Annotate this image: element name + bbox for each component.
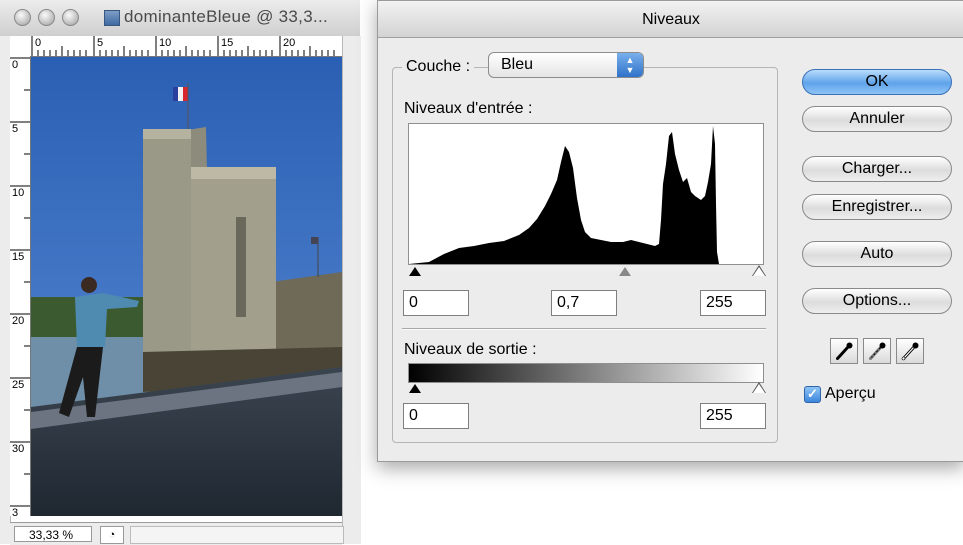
ruler-label: 20 xyxy=(283,37,296,49)
save-button[interactable]: Enregistrer... xyxy=(802,194,952,220)
ok-button[interactable]: OK xyxy=(802,69,952,95)
input-white-field[interactable]: 255 xyxy=(700,290,766,316)
select-arrows-icon: ▲ ▼ xyxy=(617,53,643,77)
ruler-label: 5 xyxy=(97,37,104,49)
channel-value: Bleu xyxy=(501,56,534,73)
ruler-label: 15 xyxy=(12,251,25,263)
options-button[interactable]: Options... xyxy=(802,288,952,314)
black-eyedropper-icon xyxy=(836,342,853,360)
vertical-ruler[interactable]: 0 5 10 15 20 25 30 3 xyxy=(10,56,31,516)
black-eyedropper-button[interactable] xyxy=(830,338,858,364)
preview-label: Aperçu xyxy=(825,385,876,402)
dialog-titlebar[interactable]: Niveaux xyxy=(378,1,963,38)
output-levels-label: Niveaux de sortie : xyxy=(404,341,537,358)
output-black-slider[interactable] xyxy=(409,384,421,393)
ruler-label: 30 xyxy=(12,443,25,455)
horizontal-scrollbar[interactable] xyxy=(130,526,344,544)
gray-eyedropper-button[interactable] xyxy=(863,338,891,364)
channel-label: Couche : xyxy=(402,58,475,76)
white-eyedropper-button[interactable] xyxy=(896,338,924,364)
ruler-label: 10 xyxy=(159,37,172,49)
document-titlebar: dominanteBleue @ 33,3... xyxy=(0,0,360,37)
close-window-button[interactable] xyxy=(14,9,31,26)
output-white-field[interactable]: 255 xyxy=(700,403,766,429)
minimize-window-button[interactable] xyxy=(38,9,55,26)
ruler-label: 25 xyxy=(12,379,25,391)
status-menu-button[interactable]: ◔ xyxy=(100,526,124,544)
input-gamma-field[interactable]: 0,7 xyxy=(551,290,617,316)
channel-select[interactable]: Bleu ▲ ▼ xyxy=(488,52,644,78)
document-canvas-photo[interactable] xyxy=(31,57,342,516)
histogram-graph xyxy=(409,126,719,264)
ruler-label: 20 xyxy=(12,315,25,327)
zoom-window-button[interactable] xyxy=(62,9,79,26)
ruler-origin[interactable] xyxy=(10,36,31,57)
ruler-label: 3 xyxy=(12,507,19,517)
zoom-level-field[interactable]: 33,33 % xyxy=(14,526,92,542)
ruler-label: 10 xyxy=(12,187,25,199)
levels-dialog: Niveaux Couche : Bleu ▲ ▼ Niveaux d'entré… xyxy=(377,0,963,462)
ruler-label: 0 xyxy=(35,37,42,49)
output-gradient-bar xyxy=(408,363,764,383)
ruler-label: 15 xyxy=(221,37,234,49)
input-levels-label: Niveaux d'entrée : xyxy=(404,100,533,117)
histogram xyxy=(408,123,764,265)
horizontal-ruler[interactable]: 0 5 10 15 20 xyxy=(30,36,342,57)
document-window: dominanteBleue @ 33,3... 0 5 10 15 20 0 … xyxy=(0,0,361,545)
input-gamma-slider[interactable] xyxy=(619,267,631,276)
output-white-slider[interactable] xyxy=(753,384,765,393)
input-black-field[interactable]: 0 xyxy=(403,290,469,316)
output-black-field[interactable]: 0 xyxy=(403,403,469,429)
ruler-label: 0 xyxy=(12,59,19,71)
cancel-button[interactable]: Annuler xyxy=(802,106,952,132)
document-title: dominanteBleue @ 33,3... xyxy=(124,7,329,26)
gray-eyedropper-icon xyxy=(869,342,886,360)
input-white-slider[interactable] xyxy=(753,267,765,276)
load-button[interactable]: Charger... xyxy=(802,156,952,182)
input-black-slider[interactable] xyxy=(409,267,421,276)
preview-checkbox[interactable]: ✓ xyxy=(804,386,821,403)
window-edge xyxy=(342,36,361,544)
tower-photo-image xyxy=(31,57,342,516)
dialog-title: Niveaux xyxy=(642,11,700,28)
section-divider xyxy=(402,328,766,330)
document-proxy-icon[interactable] xyxy=(104,10,120,26)
document-status-bar: 33,33 % ◔ xyxy=(10,522,344,545)
white-eyedropper-icon xyxy=(901,342,919,361)
auto-button[interactable]: Auto xyxy=(802,241,952,267)
ruler-label: 5 xyxy=(12,123,19,135)
